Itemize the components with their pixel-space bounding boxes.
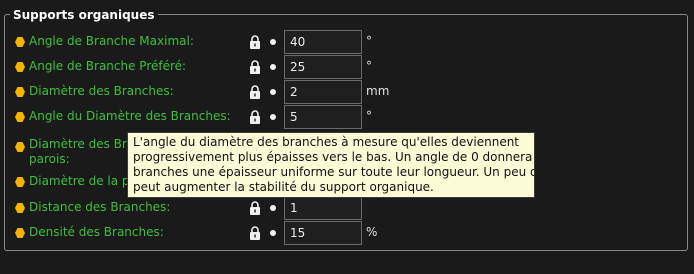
lock-icon[interactable] [249, 34, 261, 50]
hexagon-icon [15, 203, 25, 213]
setting-label: Densité des Branches: [29, 225, 164, 239]
dot-icon[interactable] [270, 39, 276, 45]
lock-icon[interactable] [249, 225, 261, 241]
unit-label: ° [366, 59, 372, 73]
hexagon-icon [15, 228, 25, 238]
setting-input[interactable] [284, 221, 362, 245]
setting-row-preferred-branch-angle: Angle de Branche Préféré: ° [0, 55, 694, 79]
group-title: Supports organiques [10, 7, 158, 23]
dot-icon[interactable] [270, 230, 276, 236]
setting-label: Distance des Branches: [29, 200, 171, 214]
hexagon-icon [15, 62, 25, 72]
setting-label: Diamètre des Branches: [29, 84, 174, 98]
setting-row-branch-diameter-angle: Angle du Diamètre des Branches: ° [0, 105, 694, 129]
setting-input[interactable] [284, 80, 362, 104]
hexagon-icon [15, 87, 25, 97]
dot-icon[interactable] [270, 64, 276, 70]
dot-icon[interactable] [270, 205, 276, 211]
lock-icon[interactable] [249, 84, 261, 100]
tooltip: L'angle du diamètre des branches à mesur… [127, 132, 535, 198]
lock-icon[interactable] [249, 59, 261, 75]
dot-icon[interactable] [270, 114, 276, 120]
hexagon-icon [15, 112, 25, 122]
lock-icon[interactable] [249, 109, 261, 125]
setting-label: Angle du Diamètre des Branches: [29, 109, 231, 123]
setting-row-branch-distance: Distance des Branches: [0, 196, 694, 220]
unit-label: ° [366, 109, 372, 123]
hexagon-icon [15, 177, 25, 187]
unit-label: % [366, 225, 378, 239]
setting-label: Angle de Branche Préféré: [29, 59, 187, 73]
setting-row-max-branch-angle: Angle de Branche Maximal: ° [0, 30, 694, 54]
hexagon-icon [15, 142, 25, 152]
setting-row-branch-diameter: Diamètre des Branches: mm [0, 80, 694, 104]
setting-input[interactable] [284, 55, 362, 79]
setting-label: Angle de Branche Maximal: [29, 34, 194, 48]
hexagon-icon [15, 37, 25, 47]
unit-label: mm [366, 84, 390, 98]
lock-icon[interactable] [249, 200, 261, 216]
unit-label: ° [366, 34, 372, 48]
setting-row-branch-density: Densité des Branches: % [0, 221, 694, 245]
setting-input[interactable] [284, 30, 362, 54]
dot-icon[interactable] [270, 89, 276, 95]
setting-input[interactable] [284, 105, 362, 129]
setting-input[interactable] [284, 196, 362, 220]
